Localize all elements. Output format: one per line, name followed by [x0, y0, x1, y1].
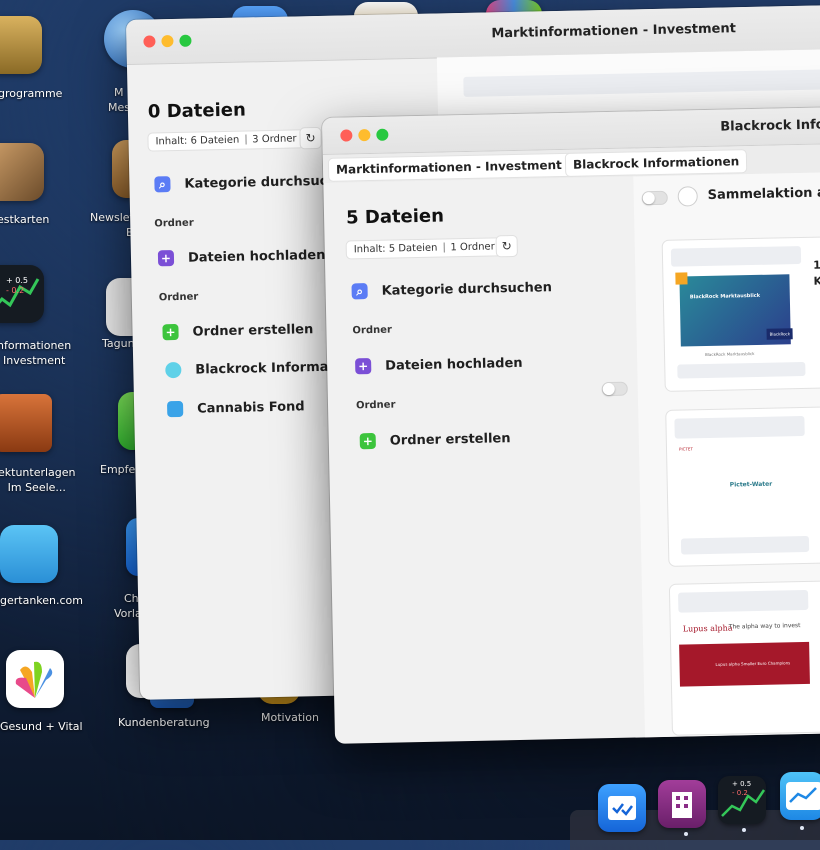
thumbnail-heading: Lupus alpha — [682, 623, 733, 634]
close-button[interactable] — [143, 35, 156, 48]
file-count: 0 Dateien — [147, 99, 247, 123]
file-count: 5 Dateien — [345, 205, 445, 229]
section-label: Ordner — [158, 291, 199, 304]
window-title: Blackrock Informationen — [720, 115, 820, 135]
stock-up-value: + 0.5 — [6, 276, 28, 285]
refresh-button[interactable]: ↻ — [496, 235, 517, 257]
orange-marker — [675, 272, 688, 285]
thumbnail-heading: BlackRock Marktausblick — [689, 292, 761, 301]
desktop-label: NewsletE — [90, 211, 134, 239]
breadcrumb-item[interactable]: Blackrock Informationen — [565, 150, 747, 176]
bulk-action-label: Sammelaktion a — [707, 185, 820, 203]
thumbnail-heading: Pictet-Water — [729, 480, 773, 489]
desktop-label: estkarten — [0, 213, 50, 226]
file-thumbnail: BlackRock Marktausblick BlackRock — [679, 274, 794, 347]
folder-item[interactable]: Cannabis Fond — [166, 398, 305, 418]
building-icon — [672, 792, 692, 818]
upload-files-button[interactable]: + Dateien hochladen — [355, 355, 523, 375]
checkmark-icon — [608, 796, 636, 820]
thumbnail-tagline: The alpha way to invest — [728, 622, 801, 631]
plus-icon: + — [162, 323, 179, 341]
running-indicator — [742, 828, 746, 832]
content-summary: Inhalt: 6 Dateien 3 Ordner — [148, 130, 304, 151]
close-button[interactable] — [340, 129, 353, 142]
stocks-dock-icon[interactable]: + 0.5 - 0.2 — [718, 776, 766, 824]
section-label: Ordner — [352, 324, 393, 337]
upload-toggle[interactable] — [601, 381, 628, 397]
placeholder-bar — [678, 589, 809, 613]
front-window[interactable]: Blackrock Informationen Marktinformation… — [322, 106, 820, 744]
window-title: Marktinformationen - Investment — [491, 21, 737, 42]
card-info-fragment: 1 K — [813, 258, 820, 288]
desktop-label: ektunterlagen Im Seele... — [0, 466, 76, 494]
gesund-vital-app-icon[interactable] — [6, 650, 64, 708]
zoom-button[interactable] — [179, 34, 192, 47]
chart-dock-icon[interactable] — [780, 772, 820, 820]
minimize-button[interactable] — [161, 35, 174, 48]
buildings-dock-icon[interactable] — [658, 780, 706, 828]
checklist-dock-icon[interactable] — [598, 784, 646, 832]
create-folder-button[interactable]: + Ordner erstellen — [359, 430, 511, 450]
thumbnail-footer: BlackRock Marktausblick — [704, 350, 755, 358]
search-icon: ⌕ — [154, 176, 171, 193]
search-category-button[interactable]: ⌕ Kategorie durchsuchen — [351, 279, 552, 300]
running-indicator — [684, 832, 688, 836]
running-indicator — [800, 826, 804, 830]
thumbnail-subheading: PICTET — [678, 446, 693, 452]
upload-files-button[interactable]: + Dateien hochladen — [157, 247, 326, 267]
stock-down-value: - 0.2 — [6, 286, 25, 295]
placeholder-bar — [680, 535, 810, 555]
folder-icon — [165, 361, 182, 379]
minimize-button[interactable] — [358, 128, 371, 142]
create-folder-button[interactable]: + Ordner erstellen — [162, 321, 313, 341]
desktop-label: gertanken.com — [0, 594, 84, 607]
desktop-label: Gesund + Vital — [0, 720, 83, 733]
placeholder-bar — [670, 246, 802, 267]
breadcrumb-item[interactable]: Marktinformationen - Investment › — [328, 153, 585, 181]
desktop-label: grogramme — [0, 87, 63, 100]
file-card[interactable]: Lupus alpha The alpha way to invest Lupu… — [669, 581, 820, 735]
file-card[interactable]: PICTET Pictet-Water — [666, 407, 820, 566]
section-label: Ordner — [154, 217, 194, 230]
plus-icon: + — [355, 358, 372, 375]
petal-icon — [15, 661, 53, 698]
desktop-label: Motivation — [261, 711, 319, 724]
stock-down-value: - 0.2 — [732, 789, 748, 797]
refresh-button[interactable]: ↻ — [300, 127, 321, 149]
brand-badge: BlackRock — [766, 328, 794, 340]
file-card[interactable]: BlackRock Marktausblick BlackRock BlackR… — [662, 237, 820, 391]
folder-icon — [166, 400, 184, 418]
zoom-button[interactable] — [376, 128, 389, 141]
line-chart-icon — [786, 782, 820, 810]
content-summary: Inhalt: 5 Dateien 1 Ordner — [346, 238, 502, 259]
search-icon: ⌕ — [351, 283, 368, 300]
file-thumbnail: Lupus alpha Smaller Euro Champions — [679, 641, 810, 687]
plus-icon: + — [157, 250, 175, 267]
desktop-label: nformationen Investment — [0, 339, 72, 367]
programme-app-icon[interactable] — [0, 16, 42, 74]
birdhouse-app-icon[interactable] — [0, 394, 52, 452]
postcards-app-icon[interactable] — [0, 143, 44, 201]
stock-up-value: + 0.5 — [732, 780, 752, 788]
bulk-select-toggle[interactable] — [641, 190, 668, 206]
fuel-app-icon[interactable] — [0, 525, 58, 583]
desktop-label: Kundenberatung — [118, 716, 210, 729]
placeholder-bar — [674, 415, 805, 439]
plus-icon: + — [359, 432, 376, 450]
thumbnail-caption: Lupus alpha Smaller Euro Champions — [715, 660, 791, 667]
section-label: Ordner — [355, 399, 396, 412]
placeholder-bar — [677, 361, 806, 379]
